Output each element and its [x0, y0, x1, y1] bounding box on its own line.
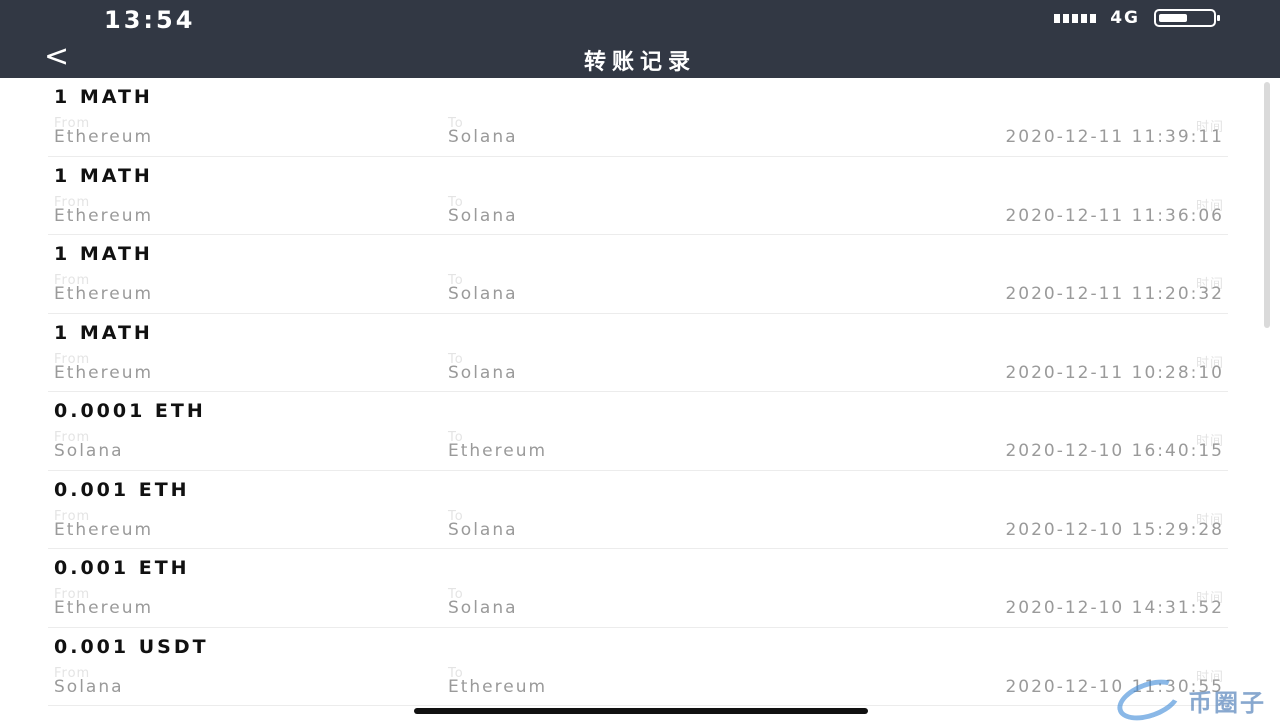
from-chain: Ethereum: [54, 598, 154, 618]
from-chain: Ethereum: [54, 284, 154, 304]
to-chain: Solana: [448, 205, 518, 226]
page-title: 转账记录: [583, 50, 696, 75]
timestamp: 2020-12-10 14:31:52: [1005, 598, 1224, 618]
from-chain: Ethereum: [54, 205, 154, 226]
to-chain: Solana: [448, 284, 518, 304]
to-chain: Solana: [448, 362, 518, 383]
watermark: 币圈子: [1111, 671, 1266, 728]
transfer-record-list[interactable]: 1 MATH From Ethereum To Solana 时间 2020-1…: [0, 78, 1280, 720]
list-item[interactable]: 0.001 USDT From Solana To Ethereum 时间 20…: [0, 628, 1280, 707]
scrollbar[interactable]: [1264, 82, 1270, 328]
timestamp: 2020-12-10 16:40:15: [1005, 441, 1224, 461]
list-item[interactable]: 1 MATH From Ethereum To Solana 时间 2020-1…: [0, 157, 1280, 236]
amount: 0.001 ETH: [54, 478, 190, 501]
amount: 1 MATH: [54, 321, 153, 344]
list-item[interactable]: 0.001 ETH From Ethereum To Solana 时间 202…: [0, 549, 1280, 628]
timestamp: 2020-12-11 11:39:11: [1005, 127, 1224, 147]
signal-icon: [1054, 13, 1097, 23]
from-chain: Ethereum: [54, 519, 154, 540]
amount: 1 MATH: [54, 164, 153, 187]
status-time: 13:54: [104, 6, 196, 34]
network-type: 4G: [1110, 8, 1140, 28]
list-item[interactable]: 0.0001 ETH From Solana To Ethereum 时间 20…: [0, 392, 1280, 471]
list-item[interactable]: 1 MATH From Ethereum To Solana 时间 2020-1…: [0, 235, 1280, 314]
status-indicators: 4G: [1054, 8, 1220, 28]
to-chain: Ethereum: [448, 441, 548, 461]
from-chain: Solana: [54, 441, 124, 461]
to-chain: Ethereum: [448, 676, 548, 697]
list-item[interactable]: 1 MATH From Ethereum To Solana 时间 2020-1…: [0, 78, 1280, 157]
timestamp: 2020-12-11 11:20:32: [1005, 284, 1224, 304]
from-chain: Solana: [54, 676, 124, 697]
timestamp: 2020-12-11 11:36:06: [1005, 205, 1224, 226]
amount: 1 MATH: [54, 243, 153, 265]
watermark-text: 币圈子: [1188, 688, 1266, 717]
to-chain: Solana: [448, 519, 518, 540]
amount: 0.001 USDT: [54, 635, 209, 658]
list-item[interactable]: 1 MATH From Ethereum To Solana 时间 2020-1…: [0, 314, 1280, 393]
home-indicator[interactable]: [414, 708, 868, 714]
timestamp: 2020-12-11 10:28:10: [1005, 362, 1224, 383]
amount: 0.001 ETH: [54, 557, 190, 579]
from-chain: Ethereum: [54, 362, 154, 383]
nav-header: 13:54 4G < 转账记录: [0, 0, 1280, 78]
to-chain: Solana: [448, 598, 518, 618]
battery-icon: [1154, 9, 1220, 27]
from-chain: Ethereum: [54, 127, 154, 147]
to-chain: Solana: [448, 127, 518, 147]
amount: 0.0001 ETH: [54, 400, 206, 422]
amount: 1 MATH: [54, 86, 153, 108]
list-item[interactable]: 0.001 ETH From Ethereum To Solana 时间 202…: [0, 471, 1280, 550]
timestamp: 2020-12-10 15:29:28: [1005, 519, 1224, 540]
